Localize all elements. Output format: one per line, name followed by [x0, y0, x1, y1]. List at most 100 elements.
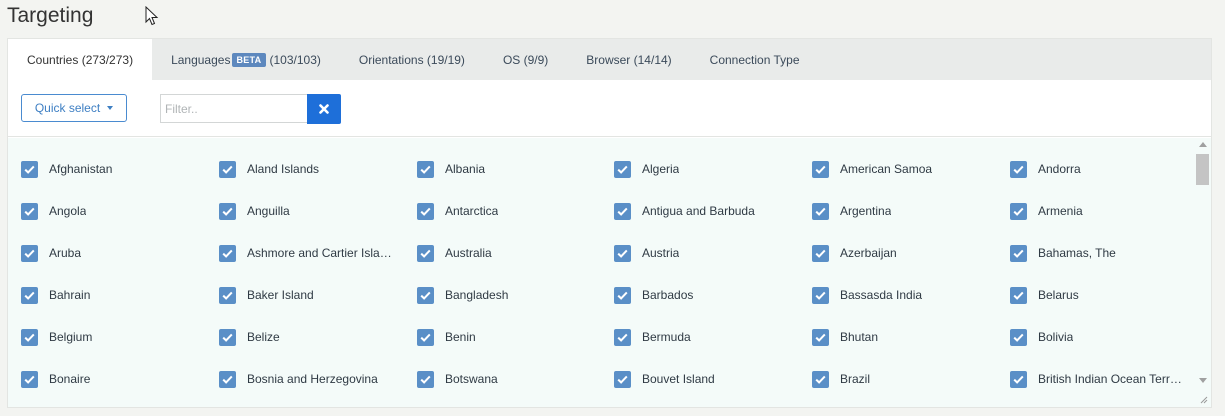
- checkbox-checked[interactable]: [812, 202, 829, 220]
- country-item[interactable]: American Samoa: [812, 160, 932, 178]
- country-item[interactable]: Bosnia and Herzegovina: [219, 370, 378, 388]
- country-item[interactable]: Bolivia: [1010, 328, 1073, 346]
- country-item[interactable]: Aruba: [21, 244, 81, 262]
- checkbox-checked[interactable]: [417, 160, 434, 178]
- checkbox-checked[interactable]: [219, 202, 236, 220]
- checkbox-checked[interactable]: [812, 244, 829, 262]
- checkbox-checked[interactable]: [1010, 244, 1027, 262]
- checkbox-checked[interactable]: [1010, 328, 1027, 346]
- checkbox-checked[interactable]: [614, 244, 631, 262]
- checkbox-checked[interactable]: [417, 244, 434, 262]
- country-item[interactable]: Argentina: [812, 202, 891, 220]
- country-item[interactable]: Azerbaijan: [812, 244, 897, 262]
- country-item[interactable]: Baker Island: [219, 286, 314, 304]
- tab-os[interactable]: OS (9/9): [484, 39, 567, 80]
- checkbox-checked[interactable]: [614, 328, 631, 346]
- country-item[interactable]: Ashmore and Cartier Islands: [219, 244, 392, 262]
- country-item[interactable]: Australia: [417, 244, 492, 262]
- country-item[interactable]: Antarctica: [417, 202, 498, 220]
- checkbox-checked[interactable]: [812, 370, 829, 388]
- tab-countries[interactable]: Countries (273/273): [8, 39, 153, 80]
- checkbox-checked[interactable]: [812, 160, 829, 178]
- scroll-up-arrow-icon[interactable]: [1199, 142, 1207, 147]
- country-item[interactable]: Bassasda India: [812, 286, 922, 304]
- country-label: Bolivia: [1038, 330, 1074, 344]
- checkmark-icon: [1013, 291, 1024, 300]
- checkbox-checked[interactable]: [417, 202, 434, 220]
- country-label: Brazil: [840, 372, 871, 386]
- country-item[interactable]: Austria: [614, 244, 679, 262]
- country-item[interactable]: Belarus: [1010, 286, 1079, 304]
- country-item[interactable]: Antigua and Barbuda: [614, 202, 755, 220]
- checkbox-checked[interactable]: [812, 286, 829, 304]
- filter-input[interactable]: [160, 94, 308, 123]
- country-item[interactable]: Andorra: [1010, 160, 1081, 178]
- country-label: Belgium: [49, 330, 93, 344]
- checkbox-checked[interactable]: [1010, 160, 1027, 178]
- country-item[interactable]: Bahamas, The: [1010, 244, 1116, 262]
- checkmark-icon: [815, 207, 826, 216]
- checkbox-checked[interactable]: [219, 244, 236, 262]
- checkbox-checked[interactable]: [21, 244, 38, 262]
- country-item[interactable]: Bouvet Island: [614, 370, 715, 388]
- vertical-scrollbar[interactable]: [1195, 138, 1211, 407]
- checkbox-checked[interactable]: [21, 370, 38, 388]
- quick-select-label: Quick select: [34, 101, 101, 115]
- tab-connection-type[interactable]: Connection Type: [691, 39, 819, 80]
- country-item[interactable]: Anguilla: [219, 202, 290, 220]
- country-item[interactable]: Belize: [219, 328, 280, 346]
- resize-grip-icon[interactable]: [1199, 395, 1208, 404]
- country-label: Ashmore and Cartier Islands: [247, 246, 392, 260]
- checkbox-checked[interactable]: [219, 328, 236, 346]
- country-item[interactable]: Belgium: [21, 328, 92, 346]
- country-label: Bermuda: [642, 330, 691, 344]
- checkbox-checked[interactable]: [614, 286, 631, 304]
- checkbox-checked[interactable]: [21, 160, 38, 178]
- country-item[interactable]: Albania: [417, 160, 485, 178]
- checkbox-checked[interactable]: [1010, 286, 1027, 304]
- country-item[interactable]: British Indian Ocean Territory: [1010, 370, 1183, 388]
- country-item[interactable]: Benin: [417, 328, 476, 346]
- checkbox-checked[interactable]: [1010, 202, 1027, 220]
- checkmark-icon: [420, 375, 431, 384]
- country-item[interactable]: Aland Islands: [219, 160, 319, 178]
- country-item[interactable]: Bahrain: [21, 286, 90, 304]
- checkbox-checked[interactable]: [1010, 370, 1027, 388]
- checkbox-checked[interactable]: [417, 370, 434, 388]
- checkmark-icon: [1013, 333, 1024, 342]
- tab-browser[interactable]: Browser (14/14): [567, 39, 690, 80]
- country-label: American Samoa: [840, 162, 933, 176]
- checkbox-checked[interactable]: [614, 202, 631, 220]
- country-item[interactable]: Afghanistan: [21, 160, 112, 178]
- quick-select-button[interactable]: Quick select: [21, 94, 127, 122]
- country-item[interactable]: Bhutan: [812, 328, 878, 346]
- checkbox-checked[interactable]: [614, 370, 631, 388]
- checkbox-checked[interactable]: [812, 328, 829, 346]
- checkbox-checked[interactable]: [417, 328, 434, 346]
- checkbox-checked[interactable]: [21, 328, 38, 346]
- tab-languages[interactable]: Languages BETA (103/103): [152, 39, 340, 80]
- country-item[interactable]: Bermuda: [614, 328, 691, 346]
- checkmark-icon: [815, 291, 826, 300]
- country-item[interactable]: Bangladesh: [417, 286, 508, 304]
- checkmark-icon: [815, 249, 826, 258]
- tab-orientations[interactable]: Orientations (19/19): [340, 39, 484, 80]
- country-item[interactable]: Armenia: [1010, 202, 1083, 220]
- scroll-down-arrow-icon[interactable]: [1199, 378, 1207, 383]
- clear-filter-button[interactable]: [307, 94, 341, 124]
- country-label: Bassasda India: [840, 288, 923, 302]
- checkbox-checked[interactable]: [21, 202, 38, 220]
- checkbox-checked[interactable]: [219, 370, 236, 388]
- scroll-thumb[interactable]: [1196, 154, 1209, 185]
- country-item[interactable]: Algeria: [614, 160, 679, 178]
- checkbox-checked[interactable]: [219, 160, 236, 178]
- checkbox-checked[interactable]: [219, 286, 236, 304]
- checkbox-checked[interactable]: [614, 160, 631, 178]
- country-item[interactable]: Bonaire: [21, 370, 90, 388]
- checkbox-checked[interactable]: [417, 286, 434, 304]
- country-item[interactable]: Angola: [21, 202, 86, 220]
- checkbox-checked[interactable]: [21, 286, 38, 304]
- country-item[interactable]: Brazil: [812, 370, 870, 388]
- country-item[interactable]: Botswana: [417, 370, 498, 388]
- country-item[interactable]: Barbados: [614, 286, 693, 304]
